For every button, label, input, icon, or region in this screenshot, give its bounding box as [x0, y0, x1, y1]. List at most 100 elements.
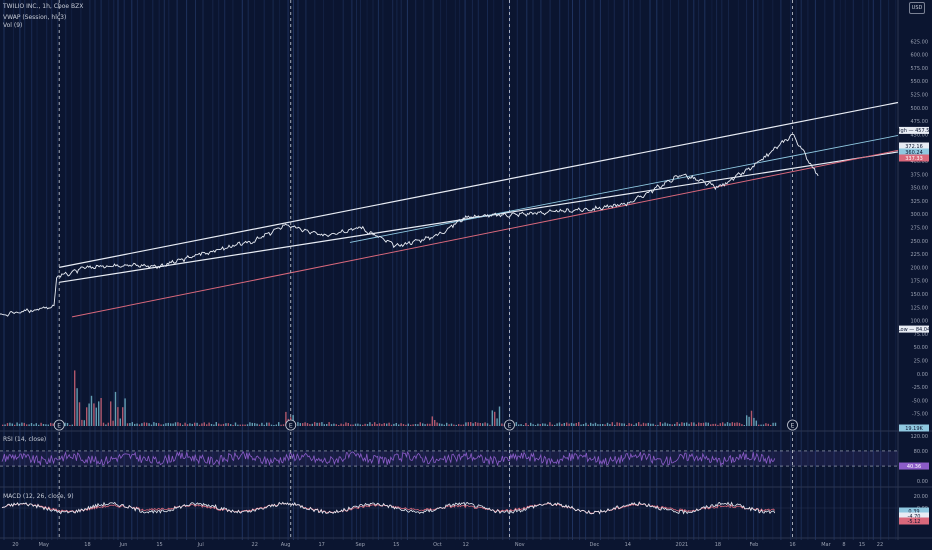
time-axis-tick: 18 [715, 542, 721, 548]
volume-bar [681, 422, 683, 426]
volume-bar [302, 423, 304, 426]
chart-canvas[interactable]: E E E E 625.00 600.00 575.00 550.00 525.00 500.0… [0, 0, 932, 550]
volume-bar [556, 423, 558, 426]
volume-bar [244, 424, 246, 426]
volume-bar [582, 424, 585, 426]
volume-bar [261, 422, 263, 426]
volume-bar [731, 422, 733, 426]
volume-bar [112, 420, 114, 426]
volume-bar [30, 423, 33, 426]
volume-bar [453, 424, 455, 426]
vwap-indicator-label[interactable]: VWAP (Session, hlc3) [3, 14, 66, 21]
volume-bar [549, 422, 551, 426]
volume-bar [470, 422, 472, 426]
price-axis-tick: 475.00 [911, 119, 929, 125]
volume-bar [414, 424, 417, 426]
volume-bar [450, 423, 453, 426]
volume-bar [722, 422, 724, 426]
volume-bar [666, 423, 669, 426]
volume-bar [74, 370, 76, 426]
volume-bar [182, 424, 184, 426]
volume-bar [136, 423, 138, 426]
volume-bar [491, 410, 493, 426]
volume-bar [482, 423, 484, 426]
volume-bar [640, 424, 642, 426]
volume-bar [650, 423, 652, 426]
volume-bar [232, 424, 234, 426]
volume-bar [369, 422, 371, 426]
volume-bar [438, 423, 441, 426]
volume-bar [83, 420, 85, 426]
volume-bar [170, 423, 172, 426]
volume-bar [580, 424, 582, 426]
volume-bar [239, 424, 241, 426]
time-axis-tick: 22 [252, 542, 258, 548]
volume-bar [110, 401, 112, 426]
volume-bar [364, 423, 366, 426]
volume-bar [719, 423, 721, 426]
volume-bar [652, 423, 654, 426]
currency-badge[interactable]: USD [909, 2, 925, 14]
volume-bar [256, 423, 258, 426]
volume-bar [662, 423, 664, 426]
volume-bar [678, 423, 681, 426]
volume-bar [654, 424, 657, 426]
volume-indicator-label[interactable]: Vol (9) [3, 22, 22, 29]
volume-bar [614, 424, 616, 426]
volume-bar [563, 423, 565, 426]
volume-bar [743, 425, 745, 426]
time-axis-tick: 15 [156, 542, 162, 548]
macd-indicator-label[interactable]: MACD (12, 26, close, 9) [3, 493, 74, 500]
volume-bar [525, 423, 527, 426]
volume-bar [378, 423, 381, 426]
volume-bar [594, 422, 597, 426]
volume-bar [47, 424, 49, 426]
rsi-value-label: 40.36 [907, 464, 921, 470]
volume-bar [76, 388, 78, 426]
volume-bar [383, 423, 385, 426]
volume-bar [242, 424, 244, 426]
volume-bar [165, 423, 167, 426]
time-axis-tick: Dec [590, 542, 600, 548]
volume-bar [350, 424, 352, 426]
volume-bar [198, 424, 201, 426]
price-axis-tick: 150.00 [911, 292, 929, 298]
volume-bar [671, 424, 673, 426]
volume-bar [340, 423, 342, 426]
volume-bar [263, 424, 265, 426]
volume-bar [210, 424, 213, 426]
volume-bar [249, 422, 251, 426]
volume-bar [153, 422, 155, 426]
volume-bar [16, 422, 18, 426]
price-axis-tick: 575.00 [911, 66, 929, 72]
price-axis-tick: 225.00 [911, 252, 929, 258]
volume-bar [328, 422, 330, 426]
earnings-marker-label: E [791, 423, 795, 430]
volume-bar [297, 422, 299, 426]
volume-bar [446, 422, 448, 426]
volume-bar [35, 423, 37, 426]
volume-bar [371, 424, 373, 426]
volume-bar [107, 422, 109, 426]
price-axis-tick: 250.00 [911, 239, 929, 245]
rsi-indicator-label[interactable]: RSI (14, close) [3, 436, 46, 443]
price-axis-tick: 600.00 [911, 53, 929, 59]
volume-bar [280, 424, 282, 426]
volume-bar [405, 424, 407, 426]
volume-bar [237, 424, 239, 426]
volume-bar [724, 423, 726, 426]
price-axis-tick: 125.00 [911, 305, 929, 311]
volume-bar [426, 423, 429, 426]
volume-bar [748, 416, 750, 426]
volume-bar [657, 424, 659, 426]
volume-bar [359, 424, 361, 426]
volume-bar [486, 423, 489, 426]
price-axis-tick: 100.00 [911, 319, 929, 325]
volume-bar [460, 424, 462, 426]
volume-bar [498, 406, 501, 426]
volume-bar [88, 403, 90, 426]
volume-bar [467, 422, 469, 426]
volume-bar [424, 424, 426, 426]
volume-bar [172, 423, 174, 426]
volume-bar [462, 424, 465, 426]
